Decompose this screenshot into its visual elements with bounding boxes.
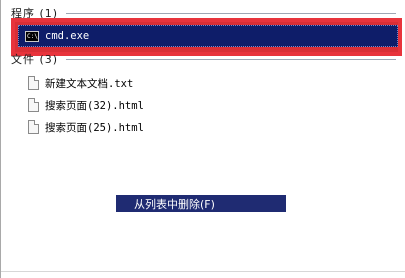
bottom-divider (1, 271, 405, 272)
html-file-icon (28, 98, 39, 112)
files-group-label: 文件 (3) (11, 53, 59, 66)
context-menu-item-label: 从列表中删除(F) (134, 197, 215, 211)
file-result-label: 搜索页面(32).html (45, 99, 144, 112)
file-result-item[interactable]: 搜索页面(25).html (28, 118, 144, 136)
cmd-icon: C:\_ (25, 30, 39, 42)
file-result-label: 搜索页面(25).html (45, 121, 144, 134)
files-group-header: 文件 (3) (11, 52, 396, 66)
program-result-cmd[interactable]: C:\_ cmd.exe (18, 25, 398, 47)
group-divider (66, 58, 396, 60)
file-result-label: 新建文本文档.txt (45, 77, 134, 90)
file-result-item[interactable]: 搜索页面(32).html (28, 96, 144, 114)
group-divider (66, 12, 396, 14)
program-result-label: cmd.exe (45, 30, 90, 42)
text-file-icon (28, 76, 39, 90)
file-result-item[interactable]: 新建文本文档.txt (28, 74, 133, 92)
html-file-icon (28, 120, 39, 134)
context-menu-remove-from-list[interactable]: 从列表中删除(F) (116, 195, 286, 212)
start-search-results-panel: 程序 (1) C:\_ cmd.exe 文件 (3) 新建文本文档.txt 搜索… (0, 0, 405, 278)
